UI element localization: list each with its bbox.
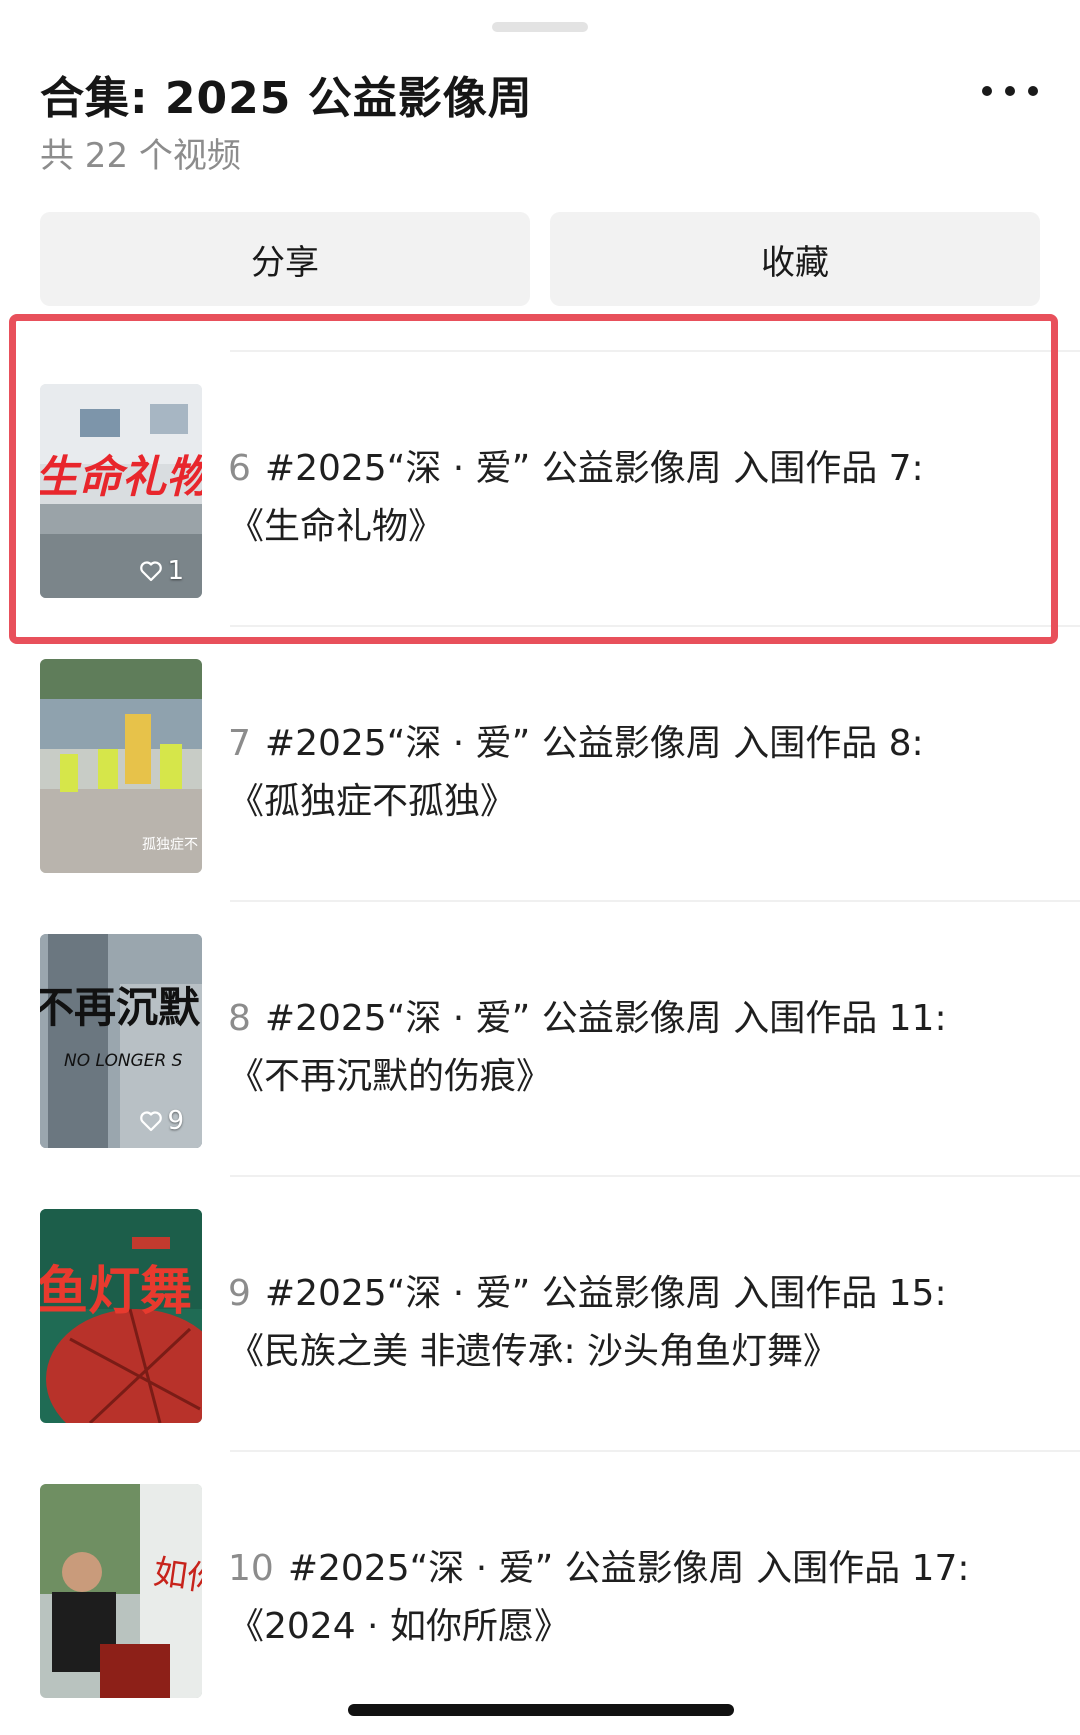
video-title-line1: #2025“深 · 爱” 公益影像周 入围作品 7: <box>264 448 924 489</box>
heart-icon <box>140 561 163 582</box>
collection-title: 合集: 2025 公益影像周 <box>40 73 533 124</box>
video-title[interactable]: 10 #2025“深 · 爱” 公益影像周 入围作品 17: 《2024 · 如你… <box>228 1540 1048 1656</box>
like-count: 1 <box>139 556 184 586</box>
video-title[interactable]: 8 #2025“深 · 爱” 公益影像周 入围作品 11: 《不再沉默的伤痕》 <box>228 990 1048 1106</box>
video-title-line2: 《孤独症不孤独》 <box>228 781 517 822</box>
video-title-line2: 《不再沉默的伤痕》 <box>228 1056 553 1097</box>
collection-sheet: 合集: 2025 公益影像周 共 22 个视频 分享 收藏 生命礼物 1 6 #… <box>0 0 1080 1735</box>
divider <box>230 625 1080 627</box>
favorite-button[interactable]: 收藏 <box>550 212 1040 306</box>
heart-icon <box>140 1111 163 1132</box>
episode-number: 10 <box>228 1548 274 1589</box>
thumb-title: 孤独症不 <box>142 837 198 853</box>
video-thumbnail[interactable]: 孤独症不 <box>40 659 202 873</box>
thumb-title: 鱼灯舞 <box>40 1261 192 1322</box>
video-item[interactable]: 鱼灯舞 9 #2025“深 · 爱” 公益影像周 入围作品 15: 《民族之美 非… <box>0 1175 1080 1450</box>
video-item[interactable]: 如你所愿 10 #2025“深 · 爱” 公益影像周 入围作品 17: 《2024… <box>0 1450 1080 1725</box>
video-thumbnail[interactable]: 生命礼物 1 <box>40 384 202 598</box>
thumb-title: 生命礼物 <box>40 452 202 503</box>
video-title-line1: #2025“深 · 爱” 公益影像周 入围作品 17: <box>287 1548 970 1589</box>
episode-number: 6 <box>228 448 251 489</box>
video-count: 共 22 个视频 <box>40 136 241 176</box>
video-title-line2: 《民族之美 非遗传承: 沙头角鱼灯舞》 <box>228 1331 840 1372</box>
video-title-line1: #2025“深 · 爱” 公益影像周 入围作品 15: <box>264 1273 947 1314</box>
video-title-line1: #2025“深 · 爱” 公益影像周 入围作品 8: <box>264 723 924 764</box>
like-number: 9 <box>167 1106 184 1136</box>
video-title-line2: 《2024 · 如你所愿》 <box>228 1606 570 1647</box>
episode-number: 7 <box>228 723 251 764</box>
episode-number: 9 <box>228 1273 251 1314</box>
video-thumbnail[interactable]: 如你所愿 <box>40 1484 202 1698</box>
video-title-line2: 《生命礼物》 <box>228 506 445 547</box>
video-item[interactable]: 生命礼物 1 6 #2025“深 · 爱” 公益影像周 入围作品 7: 《生命礼物… <box>0 350 1080 625</box>
divider <box>230 1175 1080 1177</box>
divider <box>230 900 1080 902</box>
episode-number: 8 <box>228 998 251 1039</box>
video-thumbnail[interactable]: 不再沉默 NO LONGER S 9 <box>40 934 202 1148</box>
home-indicator[interactable] <box>348 1704 734 1716</box>
video-title-line1: #2025“深 · 爱” 公益影像周 入围作品 11: <box>264 998 947 1039</box>
video-item[interactable]: 孤独症不 7 #2025“深 · 爱” 公益影像周 入围作品 8: 《孤独症不孤独… <box>0 625 1080 900</box>
video-item[interactable]: 不再沉默 NO LONGER S 9 8 #2025“深 · 爱” 公益影像周 入… <box>0 900 1080 1175</box>
video-title[interactable]: 9 #2025“深 · 爱” 公益影像周 入围作品 15: 《民族之美 非遗传承:… <box>228 1265 1048 1381</box>
video-title[interactable]: 6 #2025“深 · 爱” 公益影像周 入围作品 7: 《生命礼物》 <box>228 440 1048 556</box>
like-number: 1 <box>167 556 184 586</box>
divider <box>230 350 1080 352</box>
video-thumbnail[interactable]: 鱼灯舞 <box>40 1209 202 1423</box>
video-title[interactable]: 7 #2025“深 · 爱” 公益影像周 入围作品 8: 《孤独症不孤独》 <box>228 715 1048 831</box>
thumb-subtitle: NO LONGER S <box>64 1051 183 1071</box>
divider <box>230 1450 1080 1452</box>
video-list: 生命礼物 1 6 #2025“深 · 爱” 公益影像周 入围作品 7: 《生命礼物… <box>0 350 1080 1725</box>
more-icon[interactable] <box>982 76 1038 106</box>
sheet-grabber[interactable] <box>492 22 588 32</box>
share-button[interactable]: 分享 <box>40 212 530 306</box>
thumb-title: 不再沉默 <box>40 983 201 1032</box>
like-count: 9 <box>139 1106 184 1136</box>
